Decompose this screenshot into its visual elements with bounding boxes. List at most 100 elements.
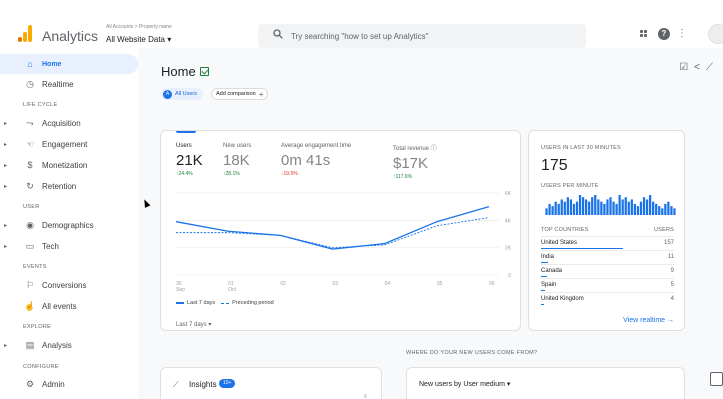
sidebar-item-analysis[interactable]: ▸ ▤ Analysis xyxy=(0,335,138,355)
country-share-bar xyxy=(541,303,544,305)
users-per-minute-bar xyxy=(673,208,676,215)
users-per-minute-bar xyxy=(670,206,673,215)
section-heading-user: USER xyxy=(23,204,40,210)
search-bar[interactable]: Try searching "how to set up Analytics" xyxy=(258,24,586,48)
sidebar-item-demographics[interactable]: ▸ ◉ Demographics xyxy=(0,215,138,235)
table-row[interactable]: Spain 5 xyxy=(541,278,674,292)
sidebar-item-label: Analysis xyxy=(42,340,72,350)
users-per-minute-bar xyxy=(545,208,548,215)
y-tick-label: 0 xyxy=(508,273,511,279)
series-line-preceding-period xyxy=(176,217,490,249)
x-tick-sublabel: Sep xyxy=(176,287,185,293)
users-per-minute-bar xyxy=(591,197,594,215)
sidebar-item-acquisition[interactable]: ▸ ⤳ Acquisition xyxy=(0,113,138,133)
flag-icon: ⚐ xyxy=(25,279,35,290)
sidebar-item-label: Acquisition xyxy=(42,118,81,128)
users-per-minute-bar xyxy=(597,199,600,215)
account-breadcrumb[interactable]: All Accounts > Property name xyxy=(106,24,172,30)
users-per-minute-bar xyxy=(548,203,551,215)
country-users: 4 xyxy=(670,296,674,302)
table-row[interactable]: India 11 xyxy=(541,250,674,264)
table-row[interactable]: Canada 9 xyxy=(541,264,674,278)
sidebar-item-tech[interactable]: ▸ ▭ Tech xyxy=(0,236,138,256)
engagement-icon: ☜ xyxy=(25,138,35,149)
sidebar-item-label: Engagement xyxy=(42,139,88,149)
acquisition-icon: ⤳ xyxy=(26,117,34,128)
account-selector[interactable]: All Website Data ▾ xyxy=(106,35,171,44)
sidebar-item-realtime[interactable]: ◷ Realtime xyxy=(0,74,138,94)
users-per-minute-bar xyxy=(655,203,658,215)
users-per-minute-bar xyxy=(575,201,579,215)
account-name: All Website Data xyxy=(106,35,165,44)
users-per-minute-bar xyxy=(661,208,664,215)
section-heading-configure: CONFIGURE xyxy=(23,364,59,370)
retention-icon: ↻ xyxy=(26,180,34,191)
sidebar: ⌂ Home ◷ Realtime LIFE CYCLE ▸ ⤳ Acquisi… xyxy=(0,52,138,399)
x-tick-label: 03 xyxy=(333,281,339,287)
x-tick-label: 05 xyxy=(437,281,443,287)
table-row[interactable]: United Kingdom 4 xyxy=(541,292,674,306)
sidebar-item-retention[interactable]: ▸ ↻ Retention xyxy=(0,176,138,196)
help-icon[interactable]: ? xyxy=(658,28,670,40)
date-range-selector[interactable]: Last 7 days ▾ xyxy=(176,321,211,328)
users-per-minute-bar xyxy=(621,199,624,215)
users-per-minute-bar xyxy=(585,199,588,215)
legend-label-current: Last 7 days xyxy=(187,300,216,306)
insights-count-badge: 10+ xyxy=(219,379,236,388)
page-title: Home xyxy=(161,64,196,79)
new-users-dimension-select[interactable]: New users by User medium ▾ xyxy=(419,380,510,388)
app-title[interactable]: Analytics xyxy=(42,28,98,44)
chevron-right-icon: ▸ xyxy=(4,222,8,229)
view-realtime-link[interactable]: View realtime → xyxy=(623,317,674,324)
users-per-minute-bar xyxy=(664,203,667,215)
country-share-bar xyxy=(541,247,623,249)
comparison-chip-all-users[interactable]: A All Users xyxy=(161,88,204,100)
legend-label-previous: Preceding period xyxy=(232,300,274,306)
realtime-title: USERS IN LAST 30 MINUTES xyxy=(541,145,621,151)
dropdown-arrow-icon: ▾ xyxy=(165,35,172,44)
sidebar-item-all-events[interactable]: ☝ All events xyxy=(0,296,138,316)
country-name: Spain xyxy=(541,282,557,288)
page-toolbar: ☑ < ⟋ xyxy=(673,62,713,73)
apps-grid-icon[interactable] xyxy=(640,30,650,40)
customize-report-icon[interactable]: ☑ xyxy=(679,62,688,73)
insights-label[interactable]: Insights xyxy=(189,380,217,389)
sidebar-item-label: Tech xyxy=(42,241,59,251)
sidebar-item-home[interactable]: ⌂ Home xyxy=(0,54,138,74)
users-per-minute-bars xyxy=(545,195,676,215)
overview-card: Users 21K ↑24.4% New users 18K ↑28.1% Av… xyxy=(160,130,521,331)
drag-handle-icon[interactable]: ≡ xyxy=(363,394,367,399)
users-per-minute-bar xyxy=(633,203,636,215)
users-per-minute-bar xyxy=(572,203,576,215)
home-icon: ⌂ xyxy=(27,59,33,69)
sidebar-item-admin[interactable]: ⚙ Admin xyxy=(0,374,138,394)
chevron-right-icon: ▸ xyxy=(4,162,8,169)
new-users-source-heading: WHERE DO YOUR NEW USERS COME FROM? xyxy=(406,350,538,356)
sidebar-item-label: Home xyxy=(42,60,62,68)
share-icon[interactable]: < xyxy=(694,62,700,73)
analysis-icon: ▤ xyxy=(25,339,35,350)
section-heading-lifecycle: LIFE CYCLE xyxy=(23,102,58,108)
users-per-minute-bar xyxy=(557,203,560,215)
country-users: 5 xyxy=(670,282,674,288)
users-per-minute-bar xyxy=(606,199,609,215)
more-vert-icon[interactable]: ⋮ xyxy=(677,28,687,40)
touch-icon: ☝ xyxy=(24,300,36,311)
realtime-card: USERS IN LAST 30 MINUTES 175 USERS PER M… xyxy=(528,130,685,331)
clock-icon: ◷ xyxy=(26,78,34,89)
insights-trend-icon: ⟋ xyxy=(173,380,179,389)
analytics-logo-icon[interactable] xyxy=(18,25,32,42)
sidebar-item-conversions[interactable]: ⚐ Conversions xyxy=(0,275,138,295)
avatar[interactable] xyxy=(708,24,723,44)
sidebar-item-monetization[interactable]: ▸ $ Monetization xyxy=(0,155,138,175)
users-per-minute-bar xyxy=(554,201,557,215)
add-comparison-button[interactable]: Add comparison + xyxy=(211,88,269,100)
users-per-minute-bar xyxy=(639,201,643,215)
gear-icon: ⚙ xyxy=(25,378,35,389)
table-row[interactable]: United States 157 xyxy=(541,236,674,250)
insights-trend-icon[interactable]: ⟋ xyxy=(706,62,713,73)
sidebar-item-engagement[interactable]: ▸ ☜ Engagement xyxy=(0,134,138,154)
sidebar-item-label: Admin xyxy=(42,379,65,389)
feedback-icon[interactable] xyxy=(710,372,723,386)
country-share-bar xyxy=(541,289,545,291)
